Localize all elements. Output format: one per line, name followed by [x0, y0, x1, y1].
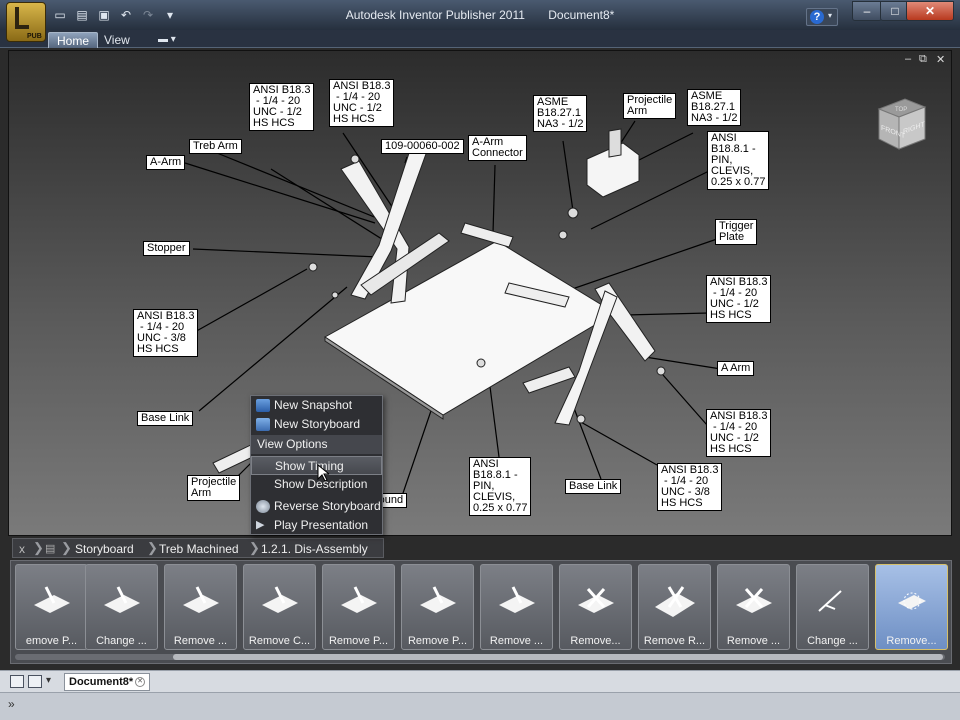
snapshot-preview-icon: [262, 586, 298, 613]
snapshot-preview-icon: [499, 586, 535, 613]
callout-label[interactable]: ANSI B18.8.1 - PIN, CLEVIS, 0.25 x 0.77: [469, 457, 532, 516]
camera-icon: [256, 399, 270, 412]
callout-label[interactable]: Projectile Arm: [187, 475, 241, 501]
chevron-right-icon: ❯: [147, 540, 158, 555]
callout-label[interactable]: ASME B18.27.1 NA3 - 1/2: [687, 89, 742, 126]
breadcrumb-close-button[interactable]: x: [19, 541, 25, 557]
snapshot-thumbnail[interactable]: Remove ...: [717, 564, 790, 650]
close-tab-icon[interactable]: ✕: [135, 677, 145, 687]
callout-label[interactable]: ANSI B18.3 - 1/4 - 20 UNC - 1/2 HS HCS: [706, 275, 772, 323]
snapshot-thumbnail[interactable]: Remove P...: [322, 564, 395, 650]
storyboard-list-icon[interactable]: ▤: [45, 541, 55, 557]
snapshot-thumbnail[interactable]: Remove ...: [480, 564, 553, 650]
chevron-down-icon: ▾: [828, 11, 833, 20]
chevron-right-icon: ❯: [33, 540, 44, 555]
breadcrumb-item-dis-assembly[interactable]: 1.2.1. Dis-Assembly: [261, 541, 368, 557]
snapshot-thumbnail[interactable]: Change ...: [85, 564, 158, 650]
callout-label[interactable]: 109-00060-002: [381, 139, 464, 154]
storyboard-panel: emove P... Change ... Remove ... Remove …: [10, 560, 952, 664]
title-bar: PUB ▭ ▤ ▣ ↶ ↷ ▾ Autodesk Inventor Publis…: [0, 0, 960, 42]
app-window: PUB ▭ ▤ ▣ ↶ ↷ ▾ Autodesk Inventor Publis…: [0, 0, 960, 720]
chevron-right-icon: ❯: [249, 540, 260, 555]
ribbon-tab-bar: Home View ▬ ▾: [0, 30, 960, 48]
callout-label[interactable]: Base Link: [137, 411, 194, 426]
callout-label[interactable]: ANSI B18.3 - 1/4 - 20 UNC - 1/2 HS HCS: [706, 409, 772, 457]
callout-label[interactable]: Base Link: [565, 479, 622, 494]
callout-label[interactable]: Treb Arm: [189, 139, 242, 154]
publisher-logo-icon: [15, 7, 29, 29]
play-icon: ▶: [256, 519, 265, 531]
snapshot-thumbnail[interactable]: Remove ...: [164, 564, 237, 650]
document-tab-bar: ▾ Document8* ✕: [0, 670, 960, 692]
menu-item-new-storyboard[interactable]: New Storyboard: [251, 415, 382, 434]
menu-header-view-options: View Options: [251, 435, 382, 454]
callout-label[interactable]: ANSI B18.8.1 - PIN, CLEVIS, 0.25 x 0.77: [707, 131, 770, 190]
snapshot-preview-icon: [898, 592, 926, 610]
callout-label[interactable]: A Arm: [717, 361, 755, 376]
3d-viewport[interactable]: – ⧉ ✕ FRONT RIGHT TOP ANSI B18.3 - 1/4 -…: [8, 50, 952, 536]
menu-item-play-presentation[interactable]: ▶ Play Presentation: [251, 516, 382, 535]
document-title: Document8*: [548, 8, 615, 22]
reverse-icon: [256, 500, 270, 513]
help-icon: ?: [810, 10, 824, 24]
callout-label[interactable]: ANSI B18.3 - 1/4 - 20 UNC - 1/2 HS HCS: [249, 83, 315, 131]
callout-label[interactable]: A-Arm Connector: [468, 135, 527, 161]
snapshot-thumbnail[interactable]: Remove R...: [638, 564, 711, 650]
menu-item-new-snapshot[interactable]: New Snapshot: [251, 396, 382, 415]
document-tab[interactable]: Document8* ✕: [64, 673, 150, 691]
window-list-dropdown-icon[interactable]: ▾: [46, 675, 56, 688]
snapshot-preview-icon: [420, 586, 456, 613]
snapshot-thumbnail[interactable]: Remove P...: [401, 564, 474, 650]
callout-label[interactable]: Trigger Plate: [715, 219, 758, 245]
snapshot-preview-icon: [34, 586, 70, 613]
storyboard-scrollbar-thumb[interactable]: [173, 654, 943, 660]
callout-label[interactable]: ANSI B18.3 - 1/4 - 20 UNC - 3/8 HS HCS: [133, 309, 199, 357]
breadcrumb-item-treb-machined[interactable]: Treb Machined: [159, 541, 239, 557]
callout-label[interactable]: ASME B18.27.1 NA3 - 1/2: [533, 95, 588, 132]
tile-windows-icon[interactable]: [28, 675, 42, 688]
snapshot-thumbnail[interactable]: Change ...: [796, 564, 869, 650]
context-menu: New Snapshot New Storyboard View Options…: [250, 395, 383, 535]
snapshot-thumbnail[interactable]: Remove...: [559, 564, 632, 650]
snapshot-preview-icon: [655, 586, 695, 617]
ribbon-minimize-icon[interactable]: ▬ ▾: [158, 34, 176, 45]
status-bar: »: [0, 692, 960, 720]
snapshot-preview-icon: [183, 586, 219, 613]
close-button[interactable]: ✕: [906, 1, 954, 21]
minimize-button[interactable]: –: [852, 1, 882, 21]
mouse-cursor-icon: [317, 464, 329, 482]
snapshot-preview-icon: [341, 586, 377, 613]
chevron-right-icon: ❯: [61, 540, 72, 555]
breadcrumb-item-storyboard[interactable]: Storyboard: [75, 541, 134, 557]
app-title: Autodesk Inventor Publisher 2011: [345, 8, 525, 22]
breadcrumb: x ❯ ▤ ❯ Storyboard ❯ Treb Machined ❯ 1.2…: [12, 538, 384, 558]
tab-home[interactable]: Home: [48, 32, 99, 48]
storyboard-icon: [256, 418, 270, 431]
snapshot-thumbnail-selected[interactable]: Remove...: [875, 564, 948, 650]
callout-label[interactable]: A-Arm: [146, 155, 186, 170]
snapshot-preview-icon: [736, 588, 772, 613]
callout-label[interactable]: ANSI B18.3 - 1/4 - 20 UNC - 1/2 HS HCS: [329, 79, 395, 127]
expand-status-icon[interactable]: »: [8, 697, 15, 711]
callout-label[interactable]: ANSI B18.3 - 1/4 - 20 UNC - 3/8 HS HCS: [657, 463, 723, 511]
snapshot-thumbnail[interactable]: emove P...: [15, 564, 88, 650]
tab-view[interactable]: View: [96, 32, 138, 48]
app-badge: PUB: [27, 33, 42, 40]
cascade-windows-icon[interactable]: [10, 675, 24, 688]
menu-item-reverse-storyboard[interactable]: Reverse Storyboard: [251, 497, 382, 516]
snapshot-thumbnail[interactable]: Remove C...: [243, 564, 316, 650]
snapshot-preview-icon: [578, 588, 614, 613]
application-menu-button[interactable]: PUB: [6, 2, 46, 42]
snapshot-preview-icon: [104, 586, 140, 613]
callout-label[interactable]: Stopper: [143, 241, 190, 256]
snapshot-preview-icon: [818, 590, 842, 612]
callout-label[interactable]: Projectile Arm: [623, 93, 677, 119]
help-button[interactable]: ? ▾: [806, 8, 838, 26]
